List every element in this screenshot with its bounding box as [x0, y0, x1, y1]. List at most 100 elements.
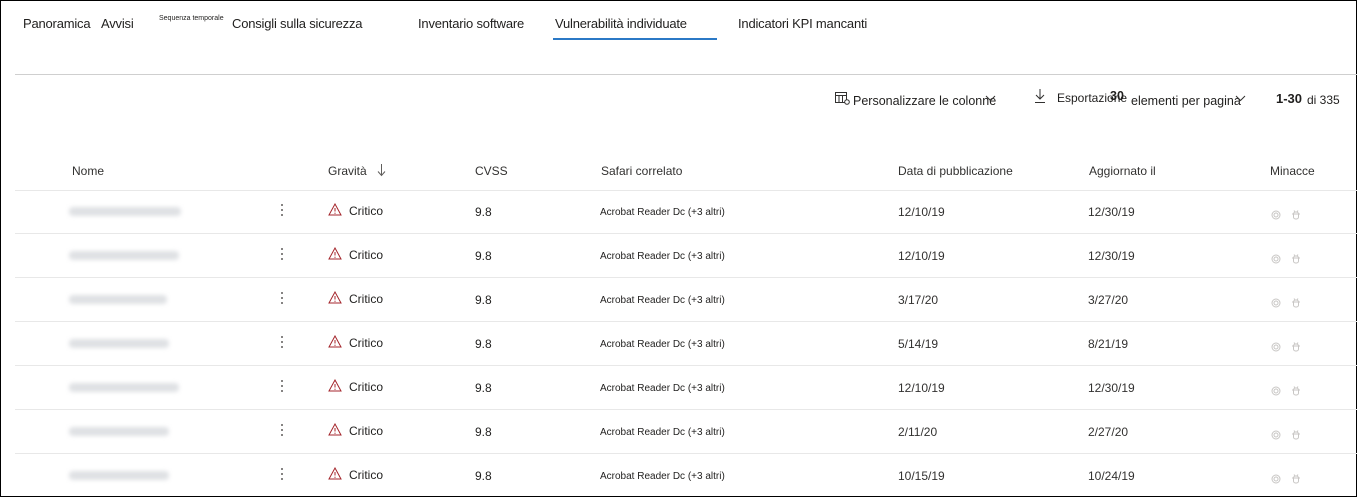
tab-missing-kbs[interactable]: Indicatori KPI mancanti: [738, 16, 867, 31]
warning-icon: [328, 290, 342, 304]
severity-cell: Critico: [349, 248, 384, 262]
header-divider: [15, 74, 1357, 75]
cvss-cell: 9.8: [475, 293, 492, 307]
published-date-cell: 5/14/19: [898, 337, 939, 351]
chevron-down-icon: [985, 95, 996, 102]
bug-icon: [1291, 339, 1301, 352]
exploit-icon: [1271, 295, 1281, 308]
exploit-icon: [1271, 251, 1281, 264]
sort-descending-icon[interactable]: [377, 163, 386, 177]
related-software-cell[interactable]: Acrobat Reader Dc (+3 altri): [600, 383, 725, 394]
cve-name-redacted[interactable]: [69, 427, 169, 436]
more-actions-icon[interactable]: [281, 424, 284, 439]
row-divider: [15, 233, 1357, 234]
pagination-total: di 335: [1307, 93, 1340, 107]
bug-icon: [1291, 207, 1301, 220]
related-software-cell[interactable]: Acrobat Reader Dc (+3 altri): [600, 427, 725, 438]
cvss-cell: 9.8: [475, 381, 492, 395]
cvss-cell: 9.8: [475, 205, 492, 219]
related-software-cell[interactable]: Acrobat Reader Dc (+3 altri): [600, 207, 725, 218]
row-divider: [15, 409, 1357, 410]
published-date-cell: 12/10/19: [898, 249, 945, 263]
header-row-divider: [15, 190, 1357, 191]
exploit-icon: [1271, 339, 1281, 352]
exploit-icon: [1271, 471, 1281, 484]
related-software-cell[interactable]: Acrobat Reader Dc (+3 altri): [600, 471, 725, 482]
warning-icon: [328, 202, 342, 216]
more-actions-icon[interactable]: [281, 248, 284, 263]
exploit-icon: [1271, 427, 1281, 440]
severity-cell: Critico: [349, 336, 384, 350]
chevron-down-icon: [1235, 95, 1246, 102]
warning-icon: [328, 422, 342, 436]
column-header-updated[interactable]: Aggiornato il: [1089, 164, 1156, 178]
active-tab-indicator: [553, 38, 717, 40]
updated-date-cell: 10/24/19: [1088, 469, 1135, 483]
cvss-cell: 9.8: [475, 249, 492, 263]
column-header-name[interactable]: Nome: [72, 164, 104, 178]
column-header-threats[interactable]: Minacce: [1270, 164, 1315, 178]
published-date-cell: 3/17/20: [898, 293, 939, 307]
exploit-icon: [1271, 207, 1281, 220]
bug-icon: [1291, 383, 1301, 396]
items-per-page-value: 30: [1110, 89, 1124, 103]
tab-security-recommendations[interactable]: Consigli sulla sicurezza: [232, 16, 363, 31]
related-software-cell[interactable]: Acrobat Reader Dc (+3 altri): [600, 295, 725, 306]
updated-date-cell: 8/21/19: [1088, 337, 1129, 351]
bug-icon: [1291, 471, 1301, 484]
cvss-cell: 9.8: [475, 425, 492, 439]
tab-alerts[interactable]: Avvisi: [101, 16, 134, 31]
published-date-cell: 12/10/19: [898, 205, 945, 219]
related-software-cell[interactable]: Acrobat Reader Dc (+3 altri): [600, 339, 725, 350]
tab-timeline[interactable]: Sequenza temporale: [159, 15, 224, 22]
column-header-severity[interactable]: Gravità: [328, 164, 367, 178]
columns-icon: [835, 92, 850, 105]
cvss-cell: 9.8: [475, 469, 492, 483]
warning-icon: [328, 334, 342, 348]
exploit-icon: [1271, 383, 1281, 396]
severity-cell: Critico: [349, 380, 384, 394]
bug-icon: [1291, 295, 1301, 308]
severity-cell: Critico: [349, 292, 384, 306]
more-actions-icon[interactable]: [281, 380, 284, 395]
row-divider: [15, 365, 1357, 366]
column-header-cvss[interactable]: CVSS: [475, 164, 508, 178]
cve-name-redacted[interactable]: [69, 251, 179, 260]
more-actions-icon[interactable]: [281, 468, 284, 483]
cvss-cell: 9.8: [475, 337, 492, 351]
cve-name-redacted[interactable]: [69, 295, 167, 304]
column-header-published[interactable]: Data di pubblicazione: [898, 164, 1013, 178]
related-software-cell[interactable]: Acrobat Reader Dc (+3 altri): [600, 251, 725, 262]
row-divider: [15, 453, 1357, 454]
severity-cell: Critico: [349, 204, 384, 218]
severity-cell: Critico: [349, 424, 384, 438]
updated-date-cell: 12/30/19: [1088, 205, 1135, 219]
published-date-cell: 2/11/20: [898, 425, 938, 439]
tab-overview[interactable]: Panoramica: [23, 16, 91, 31]
cve-name-redacted[interactable]: [69, 207, 181, 216]
warning-icon: [328, 246, 342, 260]
published-date-cell: 12/10/19: [898, 381, 945, 395]
row-divider: [15, 277, 1357, 278]
cve-name-redacted[interactable]: [69, 339, 169, 348]
more-actions-icon[interactable]: [281, 336, 284, 351]
download-icon: [1035, 89, 1045, 103]
cve-name-redacted[interactable]: [69, 471, 169, 480]
more-actions-icon[interactable]: [281, 292, 284, 307]
updated-date-cell: 3/27/20: [1088, 293, 1129, 307]
bug-icon: [1291, 251, 1301, 264]
warning-icon: [328, 378, 342, 392]
tab-discovered-vulnerabilities[interactable]: Vulnerabilità individuate: [555, 16, 687, 31]
row-divider: [15, 321, 1357, 322]
updated-date-cell: 2/27/20: [1088, 425, 1129, 439]
more-actions-icon[interactable]: [281, 204, 284, 219]
bug-icon: [1291, 427, 1301, 440]
cve-name-redacted[interactable]: [69, 383, 179, 392]
tab-software-inventory[interactable]: Inventario software: [418, 16, 524, 31]
severity-cell: Critico: [349, 468, 384, 482]
pagination-range: 1-30: [1276, 91, 1303, 106]
updated-date-cell: 12/30/19: [1088, 381, 1135, 395]
items-per-page-label: elementi per pagina: [1131, 94, 1241, 108]
column-header-related-software[interactable]: Safari correlato: [601, 164, 682, 178]
warning-icon: [328, 466, 342, 480]
